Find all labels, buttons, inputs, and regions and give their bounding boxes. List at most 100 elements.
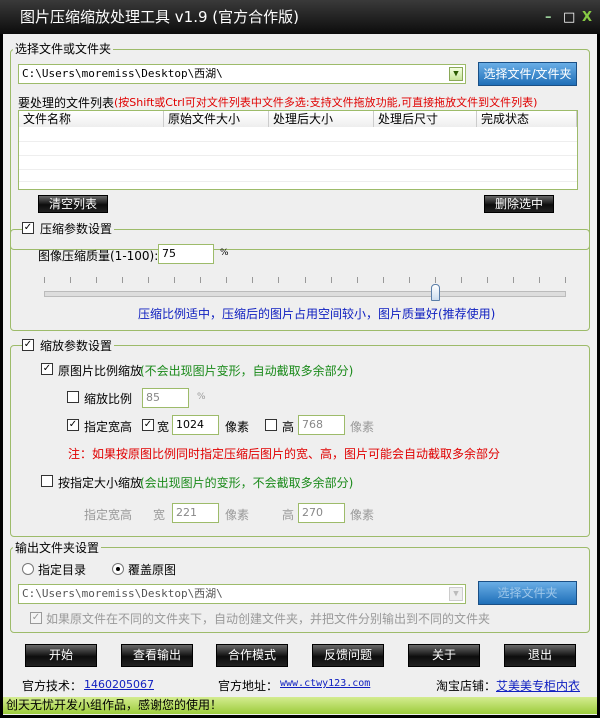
feedback-button[interactable]: 反馈问题 <box>312 644 384 667</box>
fixed-width-unit: 像素 <box>225 508 250 522</box>
ratio-label: 缩放比例 <box>84 392 133 406</box>
slider-tick <box>174 277 176 283</box>
start-button[interactable]: 开始 <box>25 644 97 667</box>
slider-tick <box>226 277 228 283</box>
quality-input[interactable]: 75 <box>158 244 214 264</box>
column-header-original-size[interactable]: 原始文件大小 <box>164 111 269 127</box>
about-button[interactable]: 关于 <box>408 644 480 667</box>
proportional-hint: (不会出现图片变形，自动截取多余部分) <box>140 364 354 378</box>
slider-tick <box>70 277 72 283</box>
scale-group-legend: 缩放参数设置 <box>22 337 115 354</box>
shop-link[interactable]: 艾美美专柜内衣 <box>496 677 580 694</box>
select-output-folder-button[interactable]: 选择文件夹 <box>478 581 577 605</box>
source-path-combo[interactable]: C:\Users\moremiss\Desktop\西湖\ ▼ <box>18 64 466 84</box>
height-input[interactable]: 768 <box>298 415 345 435</box>
source-path: C:\Users\moremiss\Desktop\西湖\ <box>22 67 223 80</box>
width-label: 宽 <box>157 420 170 434</box>
slider-tick <box>408 277 410 283</box>
radio-overwrite[interactable] <box>112 563 124 575</box>
clear-list-button[interactable]: 清空列表 <box>38 195 108 213</box>
width-unit: 像素 <box>225 420 250 434</box>
height-label: 高 <box>282 420 295 434</box>
site-link[interactable]: www.ctwy123.com <box>280 678 370 689</box>
chevron-down-icon[interactable]: ▼ <box>449 587 463 601</box>
chevron-down-icon[interactable]: ▼ <box>449 67 463 81</box>
output-path: C:\Users\moremiss\Desktop\西湖\ <box>22 587 223 600</box>
slider-tick <box>44 277 45 283</box>
radio-overwrite-label: 覆盖原图 <box>128 563 177 577</box>
specify-size-checkbox[interactable]: ✓ <box>67 419 79 431</box>
scale-note: 注：如果按原图比例同时指定压缩后图片的宽、高，图片可能会自动截取多余部分 <box>68 447 501 461</box>
file-group-legend: 选择文件或文件夹 <box>13 40 114 57</box>
delete-selected-button[interactable]: 删除选中 <box>484 195 554 213</box>
status-text: 创天无忧开发小组作品，感谢您的使用！ <box>6 698 223 712</box>
quality-slider-track[interactable] <box>44 291 566 297</box>
subfolder-label: 如果原文件在不同的文件夹下，自动创建文件夹，并把文件分别输出到不同的文件夹 <box>46 612 491 626</box>
scale-enabled-checkbox[interactable]: ✓ <box>22 339 34 351</box>
width-input[interactable]: 1024 <box>172 415 219 435</box>
quality-slider-thumb[interactable] <box>430 284 440 301</box>
site-label: 官方地址： <box>218 679 279 693</box>
ratio-unit: % <box>197 392 206 402</box>
fixed-size-hint: (会出现图片的变形，不会截取多余部分) <box>140 476 354 490</box>
height-checkbox[interactable] <box>265 419 277 431</box>
title-bar: 图片压缩缩放处理工具 v1.9 (官方合作版) <box>0 0 600 34</box>
view-output-button[interactable]: 查看输出 <box>121 644 193 667</box>
slider-tick <box>460 277 462 283</box>
compress-enabled-checkbox[interactable]: ✓ <box>22 222 34 234</box>
slider-tick <box>122 277 124 283</box>
fixed-height-label: 高 <box>282 508 295 522</box>
slider-tick <box>512 277 514 283</box>
select-file-button[interactable]: 选择文件/文件夹 <box>478 62 577 86</box>
proportional-label: 原图片比例缩放 <box>58 364 143 378</box>
quality-label: 图像压缩质量(1-100): <box>38 249 159 263</box>
output-group-legend: 输出文件夹设置 <box>13 539 102 556</box>
ratio-input[interactable]: 85 <box>142 388 189 408</box>
compress-group-legend: 压缩参数设置 <box>22 220 115 237</box>
column-header-processed-dimensions[interactable]: 处理后尺寸 <box>374 111 477 127</box>
quality-hint: 压缩比例适中，压缩后的图片占用空间较小，图片质量好(推荐使用) <box>138 307 496 321</box>
list-hint: (按Shift或Ctrl可对文件列表中文件多选:支持文件拖放功能,可直接拖放文件… <box>114 96 538 109</box>
fixed-height-input[interactable]: 270 <box>298 503 345 523</box>
minimize-button[interactable]: – <box>545 10 552 25</box>
window-title: 图片压缩缩放处理工具 v1.9 (官方合作版) <box>20 8 299 26</box>
shop-label: 淘宝店铺： <box>436 679 497 693</box>
tech-link[interactable]: 1460205067 <box>84 678 154 691</box>
column-header-status[interactable]: 完成状态 <box>477 111 577 127</box>
column-header-name[interactable]: 文件名称 <box>19 111 164 127</box>
radio-specify-dir[interactable] <box>22 563 34 575</box>
slider-tick <box>330 277 332 283</box>
fixed-size-checkbox[interactable] <box>41 475 53 487</box>
column-header-processed-size[interactable]: 处理后大小 <box>269 111 374 127</box>
slider-tick <box>252 277 254 283</box>
ratio-checkbox[interactable] <box>67 391 79 403</box>
slider-tick <box>200 277 202 283</box>
slider-tick <box>304 277 306 283</box>
file-list[interactable]: 文件名称 原始文件大小 处理后大小 处理后尺寸 完成状态 <box>18 110 578 190</box>
slider-tick <box>565 277 566 283</box>
slider-tick <box>148 277 150 283</box>
slider-tick <box>434 277 436 283</box>
specify-size-label: 指定宽高 <box>84 420 133 434</box>
close-button[interactable]: X <box>582 10 592 25</box>
slider-tick <box>356 277 358 283</box>
slider-tick <box>486 277 488 283</box>
fixed-size-label: 按指定大小缩放 <box>58 476 143 490</box>
slider-tick <box>96 277 98 283</box>
slider-tick <box>382 277 384 283</box>
slider-tick <box>278 277 280 283</box>
subfolder-checkbox[interactable]: ✓ <box>30 612 42 624</box>
output-path-combo[interactable]: C:\Users\moremiss\Desktop\西湖\ ▼ <box>18 584 466 604</box>
tech-label: 官方技术： <box>22 679 83 693</box>
maximize-button[interactable]: □ <box>563 10 575 25</box>
cooperation-mode-button[interactable]: 合作模式 <box>216 644 288 667</box>
list-label: 要处理的文件列表 <box>18 96 115 110</box>
exit-button[interactable]: 退出 <box>504 644 576 667</box>
status-bar: 创天无忧开发小组作品，感谢您的使用！ <box>3 697 597 714</box>
fixed-width-label: 宽 <box>153 508 166 522</box>
height-unit: 像素 <box>350 420 375 434</box>
quality-unit: % <box>220 248 229 258</box>
proportional-checkbox[interactable]: ✓ <box>41 363 53 375</box>
width-checkbox[interactable]: ✓ <box>142 419 154 431</box>
fixed-width-input[interactable]: 221 <box>172 503 219 523</box>
